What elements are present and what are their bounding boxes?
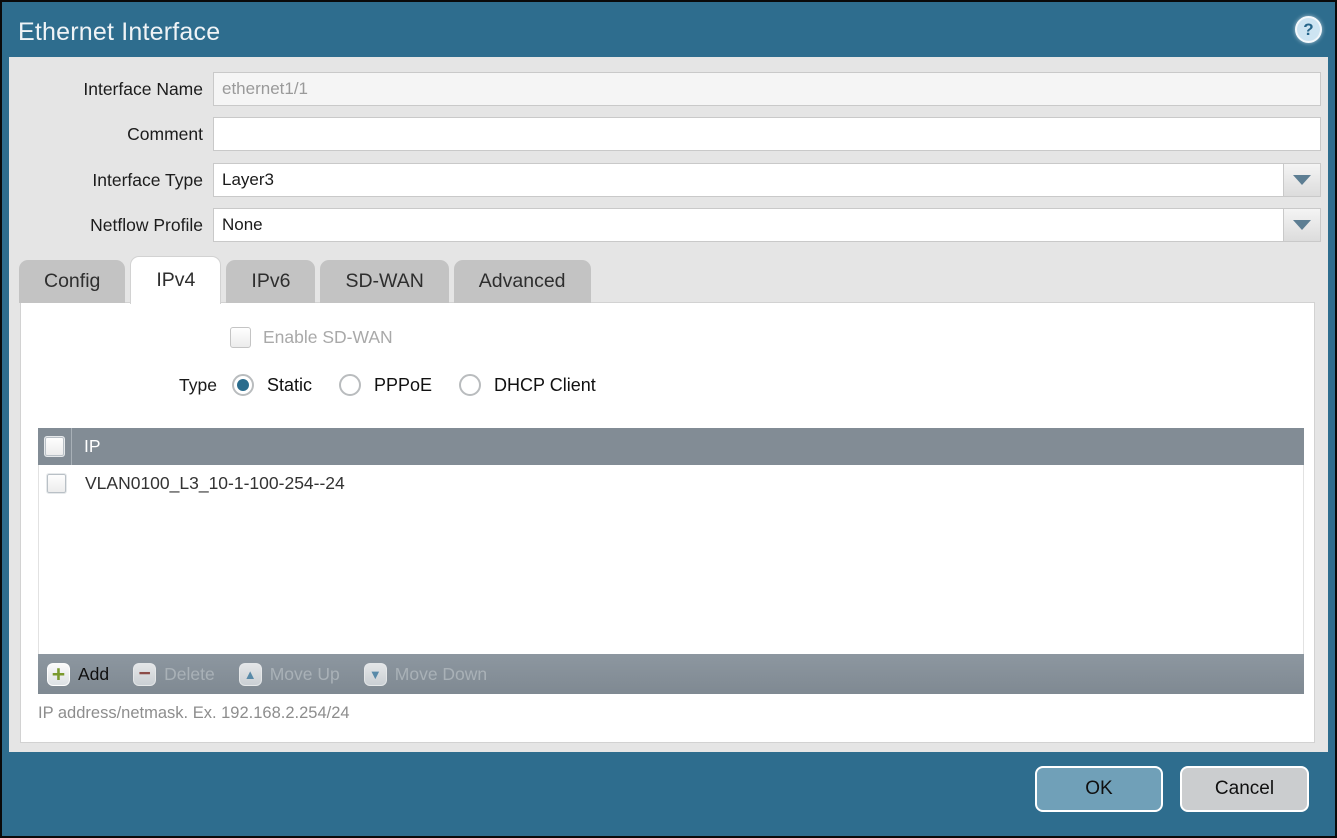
tab-ipv6[interactable]: IPv6 (226, 260, 315, 303)
radio-pppoe[interactable] (339, 374, 361, 396)
ok-button[interactable]: OK (1035, 766, 1163, 812)
netflow-profile-row: Netflow Profile None (17, 208, 1321, 242)
enable-sdwan-row: Enable SD-WAN (230, 327, 393, 348)
ip-cell: VLAN0100_L3_10-1-100-254--24 (73, 473, 345, 494)
arrow-down-icon: ▼ (364, 663, 387, 686)
table-row[interactable]: VLAN0100_L3_10-1-100-254--24 (39, 465, 1303, 502)
move-down-button-label: Move Down (395, 664, 487, 685)
move-up-button: ▲ Move Up (239, 663, 340, 686)
enable-sdwan-checkbox (230, 327, 251, 348)
dialog-title: Ethernet Interface (18, 18, 220, 47)
tab-advanced[interactable]: Advanced (454, 260, 591, 303)
dialog-titlebar: Ethernet Interface ? (2, 2, 1335, 57)
chevron-down-icon (1293, 175, 1311, 185)
netflow-profile-dropdown-button[interactable] (1284, 208, 1321, 242)
tab-ipv4[interactable]: IPv4 (130, 256, 221, 304)
comment-label: Comment (17, 117, 213, 151)
ip-format-hint: IP address/netmask. Ex. 192.168.2.254/24 (38, 704, 350, 723)
tab-config[interactable]: Config (19, 260, 125, 303)
tab-sd-wan[interactable]: SD-WAN (320, 260, 448, 303)
tab-bar: Config IPv4 IPv6 SD-WAN Advanced (19, 255, 591, 303)
radio-dhcp-client-label: DHCP Client (494, 375, 596, 396)
netflow-profile-label: Netflow Profile (17, 208, 213, 242)
plus-icon: + (47, 663, 70, 686)
enable-sdwan-label: Enable SD-WAN (263, 327, 393, 348)
interface-name-field: ethernet1/1 (213, 72, 1321, 106)
radio-dhcp-client[interactable] (459, 374, 481, 396)
radio-pppoe-label: PPPoE (374, 375, 432, 396)
type-label: Type (179, 375, 217, 396)
type-radio-group: Type Static PPPoE DHCP Client (179, 372, 623, 398)
add-button[interactable]: + Add (47, 663, 109, 686)
comment-row: Comment (17, 117, 1321, 151)
interface-name-row: Interface Name ethernet1/1 (17, 72, 1321, 106)
radio-static[interactable] (232, 374, 254, 396)
netflow-profile-value[interactable]: None (213, 208, 1284, 242)
arrow-up-icon: ▲ (239, 663, 262, 686)
type-option-dhcp-client[interactable]: DHCP Client (459, 374, 596, 396)
type-option-static[interactable]: Static (232, 374, 312, 396)
row-checkbox[interactable] (46, 473, 67, 494)
help-icon[interactable]: ? (1295, 16, 1322, 43)
delete-button-label: Delete (164, 664, 215, 685)
chevron-down-icon (1293, 220, 1311, 230)
interface-type-value[interactable]: Layer3 (213, 163, 1284, 197)
screen: Ethernet Interface ? Interface Name ethe… (0, 0, 1337, 838)
ip-table-body: VLAN0100_L3_10-1-100-254--24 (38, 465, 1304, 654)
select-all-checkbox[interactable] (44, 436, 65, 457)
header-checkbox-cell (38, 428, 72, 465)
question-glyph: ? (1303, 21, 1313, 38)
ipv4-tab-panel: Enable SD-WAN Type Static PPPoE DHCP Cli… (20, 302, 1315, 743)
type-option-pppoe[interactable]: PPPoE (339, 374, 432, 396)
move-up-button-label: Move Up (270, 664, 340, 685)
interface-type-label: Interface Type (17, 163, 213, 197)
table-toolbar: + Add − Delete ▲ Move Up ▼ (38, 654, 1304, 694)
delete-button: − Delete (133, 663, 215, 686)
ip-table: IP VLAN0100_L3_10-1-100-254--24 + (38, 428, 1304, 694)
cancel-button[interactable]: Cancel (1180, 766, 1309, 812)
radio-static-label: Static (267, 375, 312, 396)
interface-type-row: Interface Type Layer3 (17, 163, 1321, 197)
ip-table-header: IP (38, 428, 1304, 465)
minus-icon: − (133, 663, 156, 686)
row-checkbox-cell (39, 465, 73, 502)
add-button-label: Add (78, 664, 109, 685)
ip-column-header: IP (72, 436, 101, 457)
interface-type-dropdown-button[interactable] (1284, 163, 1321, 197)
move-down-button: ▼ Move Down (364, 663, 487, 686)
interface-name-label: Interface Name (17, 72, 213, 106)
comment-input[interactable] (213, 117, 1321, 151)
dialog-body: Interface Name ethernet1/1 Comment Inter… (9, 57, 1328, 752)
ethernet-interface-dialog: Ethernet Interface ? Interface Name ethe… (2, 2, 1335, 836)
